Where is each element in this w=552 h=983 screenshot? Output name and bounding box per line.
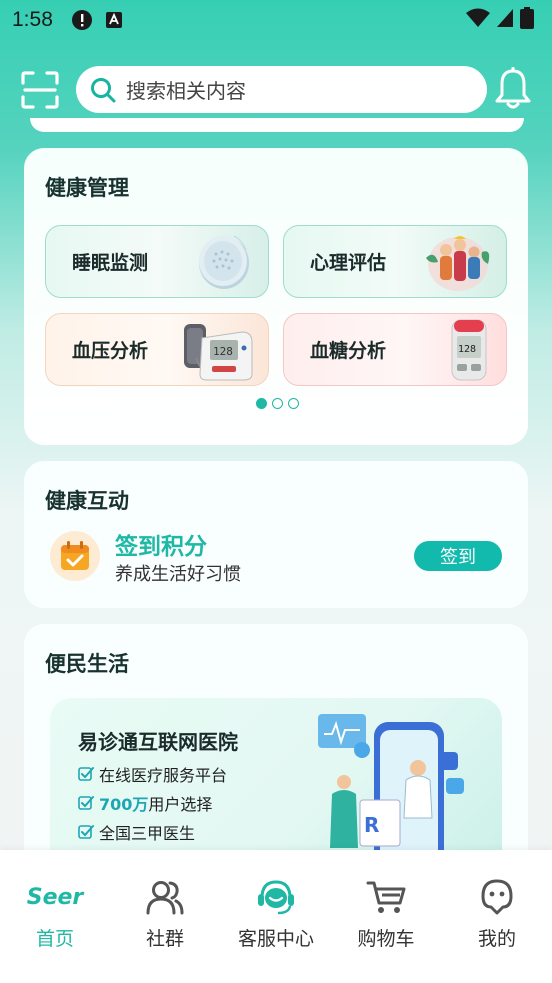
- profile-icon: [447, 878, 547, 916]
- health-management-title: 健康管理: [45, 176, 129, 200]
- checkin-title: 签到积分: [115, 534, 207, 560]
- tab-shopping-cart[interactable]: 购物车: [336, 878, 436, 951]
- checkbox-icon: [78, 824, 94, 840]
- banner-feature: 700万 用户选择: [78, 791, 212, 815]
- banner-feature: 全国三甲医生: [78, 820, 195, 844]
- status-time: 1:58: [12, 8, 53, 31]
- convenient-life-title: 便民生活: [45, 652, 129, 676]
- tile-label: 血压分析: [72, 340, 149, 362]
- health-interaction-title: 健康互动: [45, 489, 129, 513]
- feature-text: 在线医疗服务平台: [99, 766, 228, 785]
- tab-label: 客服中心: [237, 928, 314, 950]
- app-notification-icon: [105, 11, 123, 29]
- seer-logo-text: Seer: [26, 884, 84, 910]
- tile-label: 心理评估: [310, 252, 387, 274]
- tab-community[interactable]: 社群: [115, 878, 215, 951]
- tile-sleep-monitoring[interactable]: 睡眠监测: [45, 225, 269, 298]
- tab-label: 首页: [35, 928, 74, 950]
- calendar-checkin-icon: [50, 531, 100, 581]
- tab-profile[interactable]: 我的: [447, 878, 547, 951]
- search-placeholder: 搜索相关内容: [126, 79, 246, 103]
- seer-logo-icon: Seer: [5, 878, 105, 916]
- tab-customer-service[interactable]: 客服中心: [226, 878, 326, 951]
- tile-label: 血糖分析: [310, 340, 387, 362]
- status-bar: 1:58: [0, 0, 552, 40]
- glucose-meter-icon: 128: [451, 319, 487, 381]
- checkbox-icon: [78, 795, 94, 811]
- scan-button[interactable]: [20, 70, 60, 110]
- cart-icon: [336, 878, 436, 916]
- bell-icon: [495, 66, 531, 109]
- tile-label: 睡眠监测: [72, 252, 149, 274]
- notification-button[interactable]: [493, 66, 533, 111]
- customer-service-icon: [226, 878, 326, 916]
- alert-icon: [71, 9, 93, 31]
- carousel-dot-active[interactable]: [256, 398, 267, 409]
- search-icon: [91, 77, 116, 102]
- health-interaction-card: 健康互动 签到积分 养成生活好习惯 签到: [24, 461, 528, 608]
- bottom-tab-bar: Seer 首页 社群 客服中心 购物车 我的: [0, 850, 552, 983]
- tile-mental-assessment[interactable]: 心理评估: [283, 225, 507, 298]
- banner-feature: 在线医疗服务平台: [78, 762, 227, 786]
- svg-text:R: R: [364, 813, 379, 837]
- tab-label: 我的: [477, 928, 516, 950]
- banner-title: 易诊通互联网医院: [78, 730, 238, 754]
- community-icon: [115, 878, 215, 916]
- wifi-icon: [466, 8, 490, 32]
- carousel-indicator: [256, 398, 299, 409]
- search-input[interactable]: 搜索相关内容: [76, 66, 487, 113]
- svg-text:128: 128: [213, 345, 233, 358]
- status-right-icons: [466, 7, 534, 33]
- tab-home[interactable]: Seer 首页: [5, 878, 105, 951]
- header: 搜索相关内容: [0, 62, 552, 118]
- mental-people-icon: [426, 236, 490, 291]
- previous-card-edge: [30, 118, 524, 132]
- feature-text: 全国三甲医生: [99, 824, 196, 843]
- signal-icon: [496, 8, 514, 32]
- feature-text: 用户选择: [148, 795, 213, 814]
- feature-highlight: 700万: [99, 795, 149, 814]
- sleep-device-icon: [199, 235, 249, 289]
- checkin-button[interactable]: 签到: [414, 541, 502, 571]
- carousel-dot[interactable]: [288, 398, 299, 409]
- health-management-card: 健康管理 睡眠监测 心理评估 血压分析 128 血糖分析 128: [24, 148, 528, 445]
- blood-pressure-monitor-icon: 128: [184, 324, 253, 381]
- tab-label: 购物车: [357, 928, 415, 950]
- tab-label: 社群: [145, 928, 184, 950]
- svg-text:128: 128: [458, 344, 476, 355]
- checkbox-icon: [78, 766, 94, 782]
- carousel-dot[interactable]: [272, 398, 283, 409]
- scan-icon: [21, 71, 59, 109]
- checkin-subtitle: 养成生活好习惯: [115, 564, 241, 585]
- tile-blood-pressure[interactable]: 血压分析 128: [45, 313, 269, 386]
- battery-icon: [520, 7, 534, 33]
- tile-blood-sugar[interactable]: 血糖分析 128: [283, 313, 507, 386]
